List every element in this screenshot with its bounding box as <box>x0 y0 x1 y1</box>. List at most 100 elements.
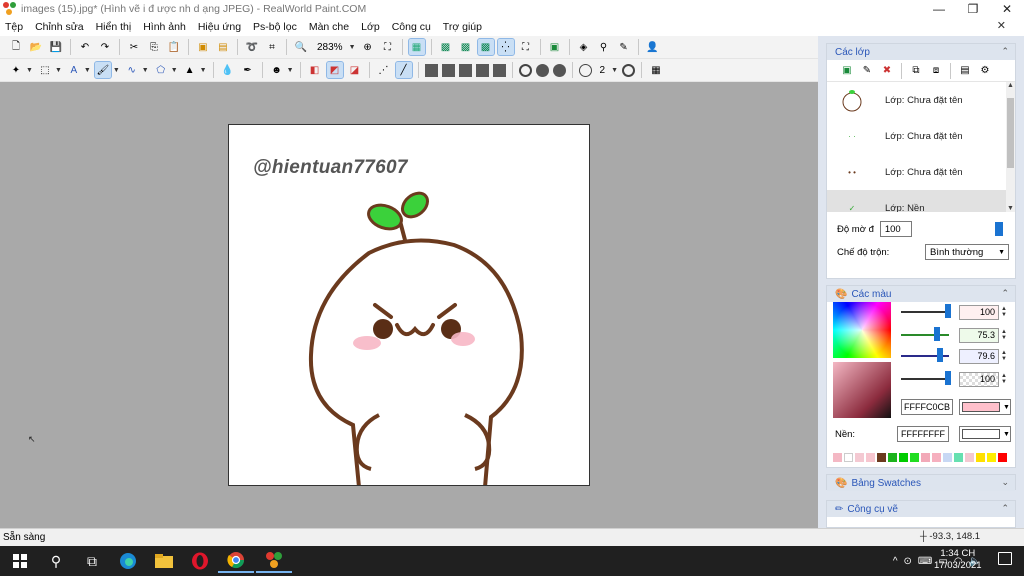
palette-swatch[interactable] <box>844 453 853 462</box>
drop-icon[interactable]: 💧 <box>220 62 236 78</box>
background-hex-input[interactable]: FFFFFFFF <box>897 426 949 442</box>
cut-icon[interactable]: ✂ <box>126 39 142 55</box>
minimize-button[interactable]: — <box>922 0 956 18</box>
document-close-icon[interactable]: ✕ <box>997 19 1006 32</box>
layer-copy-icon[interactable]: ▣ <box>195 39 211 55</box>
camera-icon[interactable]: ⊙ <box>904 556 912 567</box>
redo-icon[interactable]: ↷ <box>97 39 113 55</box>
primary-color-dropdown[interactable]: ▼ <box>959 399 1011 415</box>
image-icon-1[interactable]: ▩ <box>438 39 454 55</box>
lasso-icon[interactable]: ➰ <box>244 39 260 55</box>
stroke-square-2[interactable] <box>441 63 455 77</box>
menu-file[interactable]: Tệp <box>5 21 23 33</box>
layer-view-icon[interactable]: ▦ <box>407 38 426 56</box>
palette-swatch[interactable] <box>987 453 996 462</box>
undo-icon[interactable]: ↶ <box>77 39 93 55</box>
grid-settings-icon[interactable]: ▦ <box>648 62 664 78</box>
image-icon-2[interactable]: ▩ <box>458 39 474 55</box>
palette-swatch[interactable] <box>943 453 952 462</box>
touch-keyboard-icon[interactable]: ⌨ <box>918 556 932 567</box>
zoom-dropdown-icon[interactable]: ▼ <box>349 44 356 51</box>
primary-hex-input[interactable]: FFFFC0CB <box>901 399 953 415</box>
clone-icon[interactable]: ☻ <box>269 62 285 78</box>
crop-icon[interactable]: ⌗ <box>264 39 280 55</box>
pen-icon[interactable]: ✎ <box>616 39 632 55</box>
menu-help[interactable]: Trợ giúp <box>443 21 482 33</box>
green-image-icon[interactable]: ▣ <box>547 39 563 55</box>
select-rect-icon[interactable]: ⬚ <box>37 62 53 78</box>
color-value-4[interactable]: 100 <box>959 371 999 387</box>
menu-ps-filters[interactable]: Ps-bộ lọc <box>253 21 297 33</box>
layers-panel-header[interactable]: Các lớp ⌃ <box>827 44 1015 60</box>
palette-swatch[interactable] <box>965 453 974 462</box>
collapse-chevron-icon[interactable]: ⌃ <box>1001 46 1009 57</box>
menu-view[interactable]: Hiển thị <box>96 21 132 33</box>
blend-mode-3-icon[interactable]: ◪ <box>347 62 363 78</box>
line-dotted-icon[interactable]: ⋰ <box>376 62 392 78</box>
curve-icon[interactable]: ∿ <box>124 62 140 78</box>
menu-effects[interactable]: Hiệu ứng <box>198 21 241 33</box>
stroke-square-4[interactable] <box>475 63 489 77</box>
copy-icon[interactable]: ⎘ <box>146 39 162 55</box>
palette-swatch[interactable] <box>998 453 1007 462</box>
image-canvas[interactable]: @hientuan77607 <box>228 124 590 486</box>
notification-icon[interactable] <box>998 552 1012 565</box>
merge-layer-icon[interactable]: ⧈ <box>928 63 944 79</box>
palette-swatch[interactable] <box>932 453 941 462</box>
selection-icon[interactable]: ⁛ <box>496 38 515 56</box>
palette-swatch[interactable] <box>921 453 930 462</box>
color-value-2[interactable]: 75.3 <box>959 327 999 343</box>
canvas-workspace[interactable]: ↖ @hientuan77607 <box>0 82 818 528</box>
collapse-chevron-icon[interactable]: ⌃ <box>1001 288 1009 299</box>
collapse-chevron-icon[interactable]: ⌃ <box>1001 503 1009 514</box>
brush-shape-circle[interactable] <box>578 63 592 77</box>
brush-preview-circle[interactable] <box>622 63 635 77</box>
shape-pentagon-icon[interactable]: ⬠ <box>153 62 169 78</box>
search-icon[interactable]: ⚲ <box>38 549 74 573</box>
background-color-dropdown[interactable]: ▼ <box>959 426 1011 442</box>
brush-size-dropdown-icon[interactable]: ▼ <box>611 67 618 74</box>
opacity-input[interactable]: 100 <box>879 221 912 237</box>
tools-panel-header[interactable]: ✏ Công cụ vẽ ⌃ <box>827 501 1015 517</box>
layer-item[interactable]: Lớp: Chưa đặt tên <box>827 82 1015 118</box>
menu-tools[interactable]: Công cụ <box>392 21 431 33</box>
paste-icon[interactable]: 📋 <box>166 39 182 55</box>
brush-size-value[interactable]: 2 <box>600 65 606 76</box>
blend-mode-1-icon[interactable]: ◧ <box>307 62 323 78</box>
menu-layer[interactable]: Lớp <box>361 21 380 33</box>
zoom-value[interactable]: 283% <box>317 42 343 53</box>
color-value-1[interactable]: 100 <box>959 304 999 320</box>
open-folder-icon[interactable]: 📂 <box>28 39 44 55</box>
blend-mode-select[interactable]: Bình thường ▼ <box>925 244 1009 260</box>
layer-item[interactable]: · · Lớp: Chưa đặt tên <box>827 118 1015 154</box>
color-value-3[interactable]: 79.6 <box>959 348 999 364</box>
maximize-button[interactable]: ❐ <box>956 0 990 18</box>
selection-marquee-icon[interactable]: ⛶ <box>518 39 534 55</box>
image-icon-3[interactable]: ▩ <box>476 38 495 56</box>
swatches-panel-header[interactable]: 🎨 Bảng Swatches ⌄ <box>827 475 1015 491</box>
close-button[interactable]: ✕ <box>990 0 1024 18</box>
palette-swatch[interactable] <box>910 453 919 462</box>
color-slider-4[interactable] <box>901 371 951 385</box>
layer-item[interactable]: • • Lớp: Chưa đặt tên <box>827 154 1015 190</box>
menu-mask[interactable]: Màn che <box>309 21 349 33</box>
colors-panel-header[interactable]: 🎨 Các màu ⌃ <box>827 286 1015 302</box>
stroke-square-1[interactable] <box>424 63 438 77</box>
layer-image-icon[interactable]: ▤ <box>957 63 973 79</box>
menu-image[interactable]: Hình ảnh <box>143 21 186 33</box>
shape-circle-filled-2[interactable] <box>552 63 566 77</box>
duplicate-layer-icon[interactable]: ⧉ <box>908 63 924 79</box>
color-slider-3[interactable] <box>901 348 949 362</box>
layer-item[interactable]: ✓ Lớp: Nền <box>827 190 1015 212</box>
color-shade-picker[interactable] <box>833 362 891 418</box>
layer-settings-icon[interactable]: ⚙ <box>977 63 993 79</box>
layer-paste-icon[interactable]: ▤ <box>215 39 231 55</box>
magic-wand-icon[interactable]: ✦ <box>8 62 24 78</box>
shape-circle-outline[interactable] <box>518 63 532 77</box>
color-slider-1[interactable] <box>901 304 951 318</box>
color-slider-2[interactable] <box>901 327 949 341</box>
user-icon[interactable]: 👤 <box>645 39 661 55</box>
color-spectrum[interactable] <box>833 302 891 358</box>
blend-mode-2-icon[interactable]: ◩ <box>325 61 344 79</box>
palette-swatch[interactable] <box>976 453 985 462</box>
